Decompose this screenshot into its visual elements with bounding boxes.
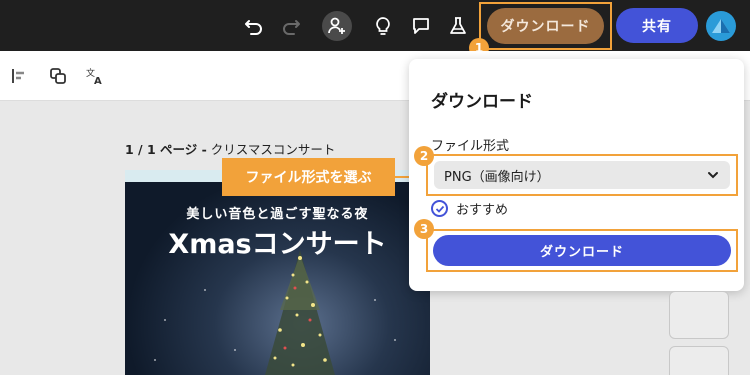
download-confirm-button[interactable]: ダウンロード [433,235,731,266]
page-name: クリスマスコンサート [210,142,336,157]
design-canvas[interactable]: 美しい音色と過ごす聖なる夜 Xmasコンサート [125,170,430,375]
undo-icon[interactable] [239,11,269,41]
comment-icon[interactable] [406,11,436,41]
recommended-indicator: おすすめ [431,199,508,218]
copy-style-icon[interactable] [47,65,69,87]
panel-title: ダウンロード [431,92,533,112]
page-label: 1 / 1 ページ - クリスマスコンサート [125,139,335,158]
page-counter: 1 / 1 ページ - [125,142,207,157]
page-thumbnail[interactable] [669,291,729,339]
share-button[interactable]: 共有 [616,8,698,43]
avatar[interactable] [706,11,736,41]
download-panel: ダウンロード ファイル形式 PNG（画像向け） おすすめ ダウンロード [409,59,744,291]
christmas-tree-illustration [154,250,396,375]
add-user-icon[interactable] [322,11,352,41]
svg-text:A: A [94,76,102,86]
step-badge-2: 2 [414,146,434,166]
file-type-select[interactable]: PNG（画像向け） [434,161,730,189]
lightbulb-icon[interactable] [368,11,398,41]
step-badge-3: 3 [414,219,434,239]
callout-choose-format: ファイル形式を選ぶ [222,158,395,196]
flask-icon[interactable] [443,11,473,41]
chevron-down-icon [708,172,718,179]
download-button-highlight: ダウンロード [479,2,612,50]
align-left-icon[interactable] [8,65,30,87]
page-thumbnail[interactable] [669,346,729,375]
file-type-value: PNG（画像向け） [444,169,550,185]
file-type-label: ファイル形式 [431,139,510,154]
file-type-highlight: PNG（画像向け） [426,154,738,196]
top-bar: ダウンロード 共有 [0,0,750,51]
check-circle-icon [431,200,448,217]
recommended-label: おすすめ [456,203,509,218]
download-confirm-highlight: ダウンロード [426,229,738,272]
download-button[interactable]: ダウンロード [487,8,604,44]
translate-icon[interactable]: 文A [84,65,106,87]
redo-icon[interactable] [276,11,306,41]
